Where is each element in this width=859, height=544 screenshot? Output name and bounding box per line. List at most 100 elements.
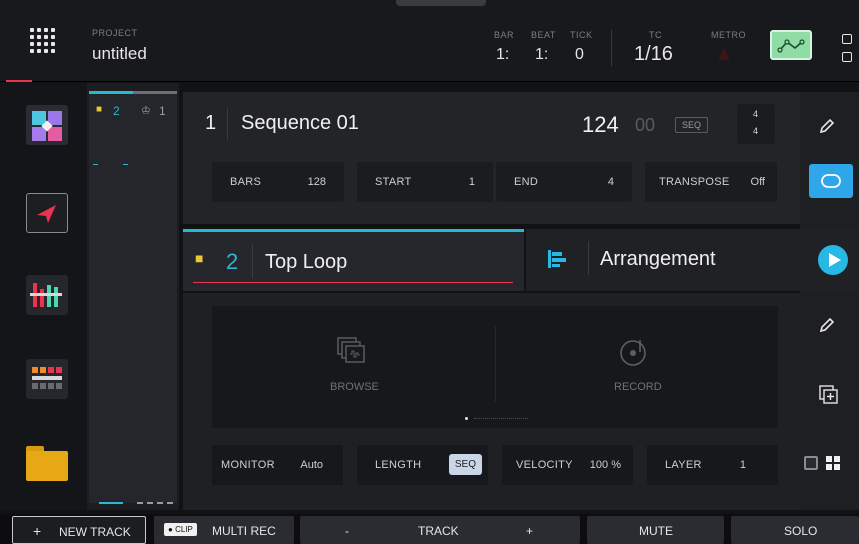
track-selector[interactable]: - TRACK +: [300, 516, 580, 544]
single-view-icon[interactable]: [804, 456, 818, 470]
arrangement-label: Arrangement: [600, 248, 716, 270]
track-column-2-count: 2: [113, 104, 120, 118]
multi-rec-button[interactable]: ● CLIP MULTI REC: [154, 516, 294, 544]
tc-value[interactable]: 1/16: [634, 43, 673, 66]
arrangement-icon: [548, 250, 566, 268]
new-track-button[interactable]: + NEW TRACK: [12, 516, 146, 544]
track-mark: [123, 164, 128, 165]
bar-value[interactable]: 1:: [496, 46, 509, 64]
beat-value[interactable]: 1:: [535, 46, 548, 64]
transpose-field[interactable]: TRANSPOSE Off: [645, 162, 777, 202]
new-track-label: NEW TRACK: [59, 525, 131, 539]
edit-track-pencil-icon[interactable]: [817, 315, 837, 335]
sequence-name[interactable]: Sequence 01: [241, 112, 359, 135]
velocity-field[interactable]: VELOCITY 100 %: [502, 445, 633, 485]
metronome-icon[interactable]: [718, 48, 730, 60]
page-dots: [474, 418, 528, 419]
grid-view-icon[interactable]: [825, 455, 841, 471]
bottom-bar: + NEW TRACK ● CLIP MULTI REC - TRACK + M…: [0, 514, 859, 544]
top-bar: [0, 0, 859, 82]
track-columns: ■ 2 ♔ 1: [87, 83, 179, 510]
record-toggle-icon[interactable]: [842, 52, 852, 62]
monitor-label: MONITOR: [221, 459, 275, 471]
track-header[interactable]: ■ 2 Top Loop: [183, 229, 524, 291]
play-icon: [829, 253, 841, 267]
loop-button[interactable]: [809, 164, 853, 198]
grid-mode-icon[interactable]: [26, 105, 68, 145]
track-label: TRACK: [418, 524, 459, 538]
track-prev-button[interactable]: -: [345, 524, 349, 538]
tick-value[interactable]: 0: [575, 46, 584, 64]
length-label: LENGTH: [375, 459, 422, 471]
velocity-label: VELOCITY: [516, 459, 573, 471]
plus-icon: +: [33, 523, 42, 539]
time-signature[interactable]: 4 4: [737, 104, 775, 144]
record-label: RECORD: [614, 381, 662, 393]
main-menu-icon[interactable]: [30, 28, 60, 58]
monitor-field[interactable]: MONITOR Auto: [212, 445, 343, 485]
length-field[interactable]: LENGTH SEQ: [357, 445, 488, 485]
track-type-pad-icon: ■: [195, 250, 204, 266]
bpm-value[interactable]: 124: [582, 112, 619, 138]
track-underline: [193, 282, 513, 283]
track-name[interactable]: Top Loop: [265, 251, 347, 274]
bars-field[interactable]: BARS 128: [212, 162, 344, 202]
record-disc-icon: [620, 340, 646, 366]
end-label: END: [514, 176, 539, 188]
edit-sequence-pencil-icon[interactable]: [817, 116, 837, 136]
end-field[interactable]: END 4: [496, 162, 632, 202]
mute-label: MUTE: [639, 524, 673, 538]
track-next-button[interactable]: +: [526, 524, 533, 538]
start-field[interactable]: START 1: [357, 162, 493, 202]
tick-label: TICK: [570, 30, 593, 40]
tc-label: TC: [649, 30, 662, 40]
start-value: 1: [468, 176, 475, 188]
side-tools: [800, 92, 859, 510]
browse-button[interactable]: BROWSE: [212, 306, 495, 428]
multi-rec-label: MULTI REC: [212, 524, 276, 538]
window-toggle-icon[interactable]: [842, 34, 852, 44]
layer-value: 1: [739, 459, 746, 471]
duplicate-track-icon[interactable]: [818, 384, 840, 406]
bar-label: BAR: [494, 30, 515, 40]
track-column-indicator: [137, 502, 173, 504]
metro-label: METRO: [711, 30, 746, 40]
automation-button[interactable]: [770, 30, 812, 60]
arrow-glyph: [37, 205, 56, 223]
bpm-fraction[interactable]: 00: [635, 115, 655, 136]
divider: [611, 30, 612, 66]
top-drag-handle[interactable]: [396, 0, 486, 6]
length-value: SEQ: [448, 454, 482, 475]
beat-label: BEAT: [531, 30, 556, 40]
end-value: 4: [607, 176, 614, 188]
project-name[interactable]: untitled: [92, 44, 147, 64]
track-column-1[interactable]: ♔ 1: [133, 91, 177, 504]
track-column-1-count: 1: [159, 104, 166, 118]
arrangement-header[interactable]: Arrangement: [526, 229, 859, 291]
layer-field[interactable]: LAYER 1: [647, 445, 778, 485]
track-column-2[interactable]: ■ 2: [89, 91, 133, 504]
navigation-arrow-icon[interactable]: [26, 193, 68, 233]
menu-indicator: [6, 80, 32, 82]
play-button[interactable]: [818, 245, 848, 275]
start-label: START: [375, 176, 412, 188]
track-mark: [93, 164, 98, 165]
velocity-value: 100 %: [589, 459, 621, 471]
sequence-number: 1: [205, 112, 217, 134]
loop-icon: [821, 174, 841, 188]
sequencer-icon[interactable]: [26, 359, 68, 399]
solo-button[interactable]: SOLO: [731, 516, 859, 544]
mixer-icon[interactable]: [26, 275, 68, 315]
track-column-indicator: [99, 502, 123, 504]
record-button[interactable]: RECORD: [496, 306, 778, 428]
mute-button[interactable]: MUTE: [587, 516, 724, 544]
folder-icon[interactable]: [26, 443, 68, 483]
divider: [252, 244, 253, 278]
left-nav: [0, 83, 87, 510]
transpose-value: Off: [750, 176, 765, 188]
pad-grid-icon: ■: [96, 104, 103, 115]
page-dot-active: [465, 417, 468, 420]
bars-label: BARS: [230, 176, 262, 188]
seq-tempo-badge[interactable]: SEQ: [675, 117, 709, 133]
sequence-panel: 1 Sequence 01 124 00 SEQ 4 4 BARS 128 ST…: [183, 92, 859, 224]
